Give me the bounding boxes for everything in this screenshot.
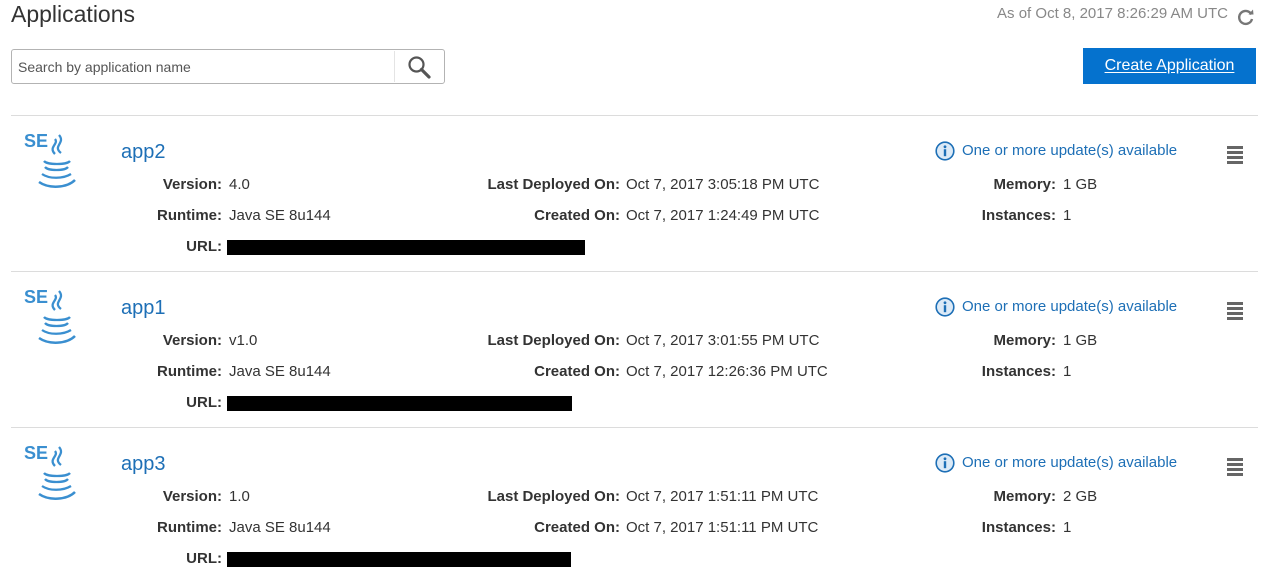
hamburger-menu-icon[interactable]	[1226, 457, 1244, 477]
runtime-value: Java SE 8u144	[229, 363, 331, 380]
update-available-text: One or more update(s) available	[962, 142, 1178, 159]
instances-label: Instances:	[981, 207, 1056, 224]
search-input[interactable]	[16, 51, 400, 82]
created-label: Created On:	[534, 363, 620, 380]
application-card: SE app1 Version: v1.0 Runtime: Java SE 8…	[11, 271, 1258, 427]
create-application-button[interactable]: Create Application	[1083, 48, 1256, 84]
memory-label: Memory:	[993, 488, 1056, 505]
last-deployed-label: Last Deployed On:	[487, 332, 620, 349]
instances-value: 1	[1063, 363, 1072, 380]
memory-label: Memory:	[993, 176, 1056, 193]
memory-value: 1 GB	[1063, 176, 1098, 193]
url-redacted-link[interactable]	[227, 240, 585, 255]
created-value: Oct 7, 2017 1:51:11 PM UTC	[626, 519, 819, 536]
application-card: SE app2 Version: 4.0 Runtime: Java SE 8u…	[11, 115, 1258, 271]
app-name-link[interactable]: app3	[121, 453, 166, 476]
logo-se-text: SE	[24, 131, 48, 151]
memory-value: 1 GB	[1063, 332, 1098, 349]
page-title: Applications	[11, 1, 136, 27]
instances-label: Instances:	[981, 519, 1056, 536]
last-deployed-value: Oct 7, 2017 1:51:11 PM UTC	[626, 488, 819, 505]
logo-se-text: SE	[24, 287, 48, 307]
instances-value: 1	[1063, 207, 1072, 224]
created-label: Created On:	[534, 207, 620, 224]
url-redacted-link[interactable]	[227, 552, 571, 567]
application-list: SE app2 Version: 4.0 Runtime: Java SE 8u…	[11, 115, 1258, 583]
runtime-label: Runtime:	[157, 519, 222, 536]
url-label: URL:	[186, 394, 222, 411]
logo-se-text: SE	[24, 443, 48, 463]
java-se-logo: SE	[24, 131, 76, 188]
created-label: Created On:	[534, 519, 620, 536]
last-deployed-label: Last Deployed On:	[487, 488, 620, 505]
info-icon	[935, 141, 955, 161]
last-deployed-value: Oct 7, 2017 3:01:55 PM UTC	[626, 332, 820, 349]
version-label: Version:	[162, 332, 222, 349]
java-se-logo: SE	[24, 287, 76, 344]
hamburger-menu-icon[interactable]	[1226, 145, 1244, 165]
memory-label: Memory:	[993, 332, 1056, 349]
search-box	[11, 49, 445, 84]
version-value: 4.0	[229, 176, 250, 193]
runtime-label: Runtime:	[157, 363, 222, 380]
version-value: 1.0	[229, 488, 250, 505]
info-icon	[935, 453, 955, 473]
last-deployed-label: Last Deployed On:	[487, 176, 620, 193]
created-value: Oct 7, 2017 12:26:36 PM UTC	[626, 363, 828, 380]
update-available-text: One or more update(s) available	[962, 298, 1178, 315]
search-button[interactable]	[394, 51, 443, 82]
app-name-link[interactable]: app1	[121, 297, 166, 320]
url-redacted-link[interactable]	[227, 396, 572, 411]
application-card: SE app3 Version: 1.0 Runtime: Java SE 8u…	[11, 427, 1258, 583]
runtime-label: Runtime:	[157, 207, 222, 224]
memory-value: 2 GB	[1063, 488, 1098, 505]
version-value: v1.0	[229, 332, 258, 349]
search-icon	[408, 56, 431, 79]
created-value: Oct 7, 2017 1:24:49 PM UTC	[626, 207, 820, 224]
hamburger-menu-icon[interactable]	[1226, 301, 1244, 321]
app-name-link[interactable]: app2	[121, 141, 166, 164]
as-of-timestamp: As of Oct 8, 2017 8:26:29 AM UTC	[997, 5, 1228, 22]
url-label: URL:	[186, 550, 222, 567]
url-label: URL:	[186, 238, 222, 255]
instances-label: Instances:	[981, 363, 1056, 380]
version-label: Version:	[162, 176, 222, 193]
last-deployed-value: Oct 7, 2017 3:05:18 PM UTC	[626, 176, 820, 193]
update-available-text: One or more update(s) available	[962, 454, 1178, 471]
instances-value: 1	[1063, 519, 1072, 536]
version-label: Version:	[162, 488, 222, 505]
info-icon	[935, 297, 955, 317]
runtime-value: Java SE 8u144	[229, 207, 331, 224]
java-se-logo: SE	[24, 443, 76, 500]
runtime-value: Java SE 8u144	[229, 519, 331, 536]
refresh-icon[interactable]	[1236, 7, 1256, 27]
